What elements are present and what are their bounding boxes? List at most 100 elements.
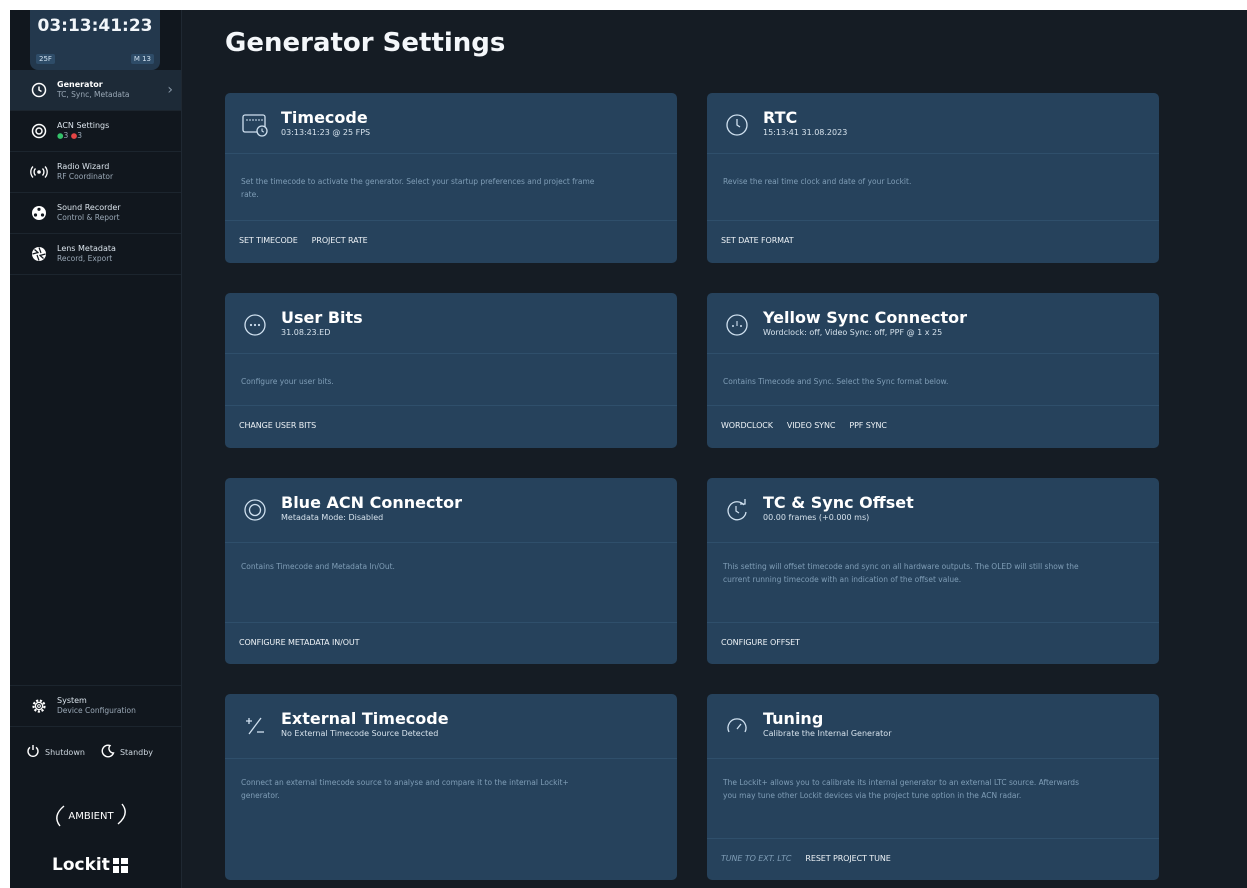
card-description: Revise the real time clock and date of y… [723, 177, 912, 186]
card-actions: SET TIMECODE PROJECT RATE [239, 236, 382, 245]
card-subtitle: 15:13:41 31.08.2023 [763, 128, 848, 137]
sidebar-item-lens-metadata[interactable]: Lens Metadata Record, Export [10, 234, 181, 275]
reel-icon [30, 204, 48, 222]
card-actions: CONFIGURE OFFSET [721, 638, 814, 647]
sidebar-item-title: Lens Metadata [57, 244, 116, 253]
sidebar-item-subtitle: TC, Sync, Metadata [57, 90, 130, 99]
aperture-icon [30, 245, 48, 263]
card-rtc: RTC 15:13:41 31.08.2023 Revise the real … [707, 93, 1159, 263]
shutdown-button[interactable]: Shutdown [26, 743, 85, 762]
sidebar-item-sound-recorder[interactable]: Sound Recorder Control & Report [10, 193, 181, 234]
card-description: The Lockit+ allows you to calibrate its … [723, 778, 1079, 800]
chevron-right-icon: › [167, 82, 173, 98]
card-yellow-sync-connector: Yellow Sync Connector Wordclock: off, Vi… [707, 293, 1159, 448]
acn-icon [30, 122, 48, 140]
project-rate-button[interactable]: PROJECT RATE [312, 236, 368, 245]
shutdown-label: Shutdown [45, 747, 85, 757]
wordclock-button[interactable]: WORDCLOCK [721, 421, 773, 430]
sidebar-item-title: ACN Settings [57, 121, 110, 130]
card-actions: SET DATE FORMAT [721, 236, 808, 245]
configure-offset-button[interactable]: CONFIGURE OFFSET [721, 638, 800, 647]
divider [707, 758, 1159, 759]
tune-to-ext-ltc-button[interactable]: TUNE TO EXT. LTC [721, 854, 792, 863]
divider [707, 220, 1159, 221]
card-subtitle: 03:13:41:23 @ 25 FPS [281, 128, 371, 137]
card-title: Yellow Sync Connector [763, 308, 968, 327]
power-controls: Shutdown Standby [10, 737, 181, 767]
divider [707, 838, 1159, 839]
clock-icon [723, 111, 751, 139]
card-title: TC & Sync Offset [763, 493, 914, 512]
sidebar-item-title: Radio Wizard [57, 162, 110, 171]
power-icon [26, 743, 40, 762]
divider [225, 353, 677, 354]
clock-icon [30, 81, 48, 99]
card-title: External Timecode [281, 709, 449, 728]
divider [707, 622, 1159, 623]
card-actions: CHANGE USER BITS [239, 421, 330, 430]
set-timecode-button[interactable]: SET TIMECODE [239, 236, 298, 245]
divider [707, 542, 1159, 543]
lockit-logo-text: Lockit [52, 855, 110, 875]
page-title: Generator Settings [225, 28, 506, 58]
divider [225, 622, 677, 623]
card-description: Set the timecode to activate the generat… [241, 177, 595, 199]
card-title: Blue ACN Connector [281, 493, 462, 512]
sidebar-item-title: System [57, 696, 87, 705]
card-subtitle: Wordclock: off, Video Sync: off, PPF @ 1… [763, 328, 943, 337]
acn-red-count: 3 [77, 131, 83, 140]
lockit-logo: Lockit [52, 855, 128, 875]
card-title: Tuning [763, 709, 824, 728]
sidebar: 03:13:41:23 25F M 13 Generator TC, Sync,… [10, 10, 182, 888]
clock-mode-badge: M 13 [130, 54, 154, 64]
acn-device-counts: ●3 ●3 [57, 131, 109, 141]
card-description: This setting will offset timecode and sy… [723, 562, 1079, 584]
divider [225, 220, 677, 221]
card-subtitle: Metadata Mode: Disabled [281, 513, 384, 522]
moon-icon [101, 743, 115, 762]
card-external-timecode: External Timecode No External Timecode S… [225, 694, 677, 880]
timecode-icon [241, 111, 269, 139]
sidebar-item-title: Generator [57, 80, 103, 89]
card-title: Timecode [281, 108, 368, 127]
connector-icon [723, 311, 751, 339]
timecode-display: 03:13:41:23 25F M 13 [30, 10, 160, 70]
video-sync-button[interactable]: VIDEO SYNC [787, 421, 836, 430]
card-title: User Bits [281, 308, 363, 327]
clock-fps-badge: 25F [36, 54, 55, 64]
sidebar-item-system[interactable]: System Device Configuration [10, 685, 181, 727]
sidebar-item-acn-settings[interactable]: ACN Settings ●3 ●3 [10, 111, 181, 152]
divider [225, 758, 677, 759]
standby-button[interactable]: Standby [101, 743, 153, 762]
acn-icon [241, 496, 269, 524]
sidebar-item-radio-wizard[interactable]: Radio Wizard RF Coordinator [10, 152, 181, 193]
divider [707, 405, 1159, 406]
card-timecode: Timecode 03:13:41:23 @ 25 FPS Set the ti… [225, 93, 677, 263]
ellipsis-icon [241, 311, 269, 339]
sidebar-item-title: Sound Recorder [57, 203, 121, 212]
card-tc-sync-offset: TC & Sync Offset 00.00 frames (+0.000 ms… [707, 478, 1159, 664]
acn-green-count: 3 [63, 131, 69, 140]
card-subtitle: Calibrate the Internal Generator [763, 729, 892, 738]
sidebar-nav: Generator TC, Sync, Metadata › ACN Setti… [10, 70, 181, 275]
ppf-sync-button[interactable]: PPF SYNC [849, 421, 887, 430]
ambient-logo-text: AMBIENT [68, 811, 114, 822]
change-user-bits-button[interactable]: CHANGE USER BITS [239, 421, 316, 430]
sidebar-item-subtitle: Control & Report [57, 213, 120, 222]
card-description: Connect an external timecode source to a… [241, 778, 569, 800]
offset-icon [723, 496, 751, 524]
gauge-icon [723, 712, 751, 740]
sidebar-item-generator[interactable]: Generator TC, Sync, Metadata › [10, 70, 181, 111]
reset-project-tune-button[interactable]: RESET PROJECT TUNE [805, 854, 890, 863]
configure-metadata-button[interactable]: CONFIGURE METADATA IN/OUT [239, 638, 360, 647]
card-description: Contains Timecode and Metadata In/Out. [241, 562, 395, 571]
divider [707, 353, 1159, 354]
card-actions: TUNE TO EXT. LTC RESET PROJECT TUNE [721, 854, 905, 863]
sidebar-item-subtitle: Record, Export [57, 254, 113, 263]
card-subtitle: No External Timecode Source Detected [281, 729, 439, 738]
set-date-format-button[interactable]: SET DATE FORMAT [721, 236, 794, 245]
app-window: 03:13:41:23 25F M 13 Generator TC, Sync,… [10, 10, 1247, 888]
card-title: RTC [763, 108, 798, 127]
divider [707, 153, 1159, 154]
card-subtitle: 31.08.23.ED [281, 328, 331, 337]
